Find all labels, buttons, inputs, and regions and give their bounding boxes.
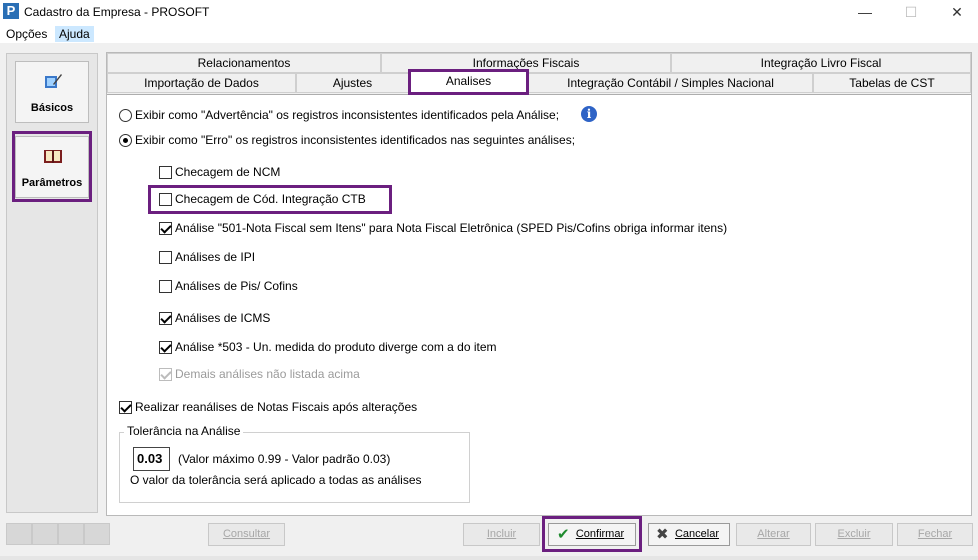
sidebar-item-basicos[interactable]: Básicos: [15, 61, 89, 123]
cancelar-button[interactable]: ✖ Cancelar: [648, 523, 730, 546]
highlight-cod-integracao: [148, 185, 392, 214]
highlight-confirmar: [542, 516, 642, 552]
radio-erro[interactable]: [119, 134, 132, 147]
title-bar: P Cadastro da Empresa - PROSOFT — ☐ ✕: [0, 0, 978, 24]
checkbox-icms[interactable]: [159, 312, 172, 325]
tolerance-input[interactable]: 0.03: [133, 447, 170, 471]
radio-erro-label: Exibir como "Erro" os registros inconsis…: [135, 133, 576, 147]
app-icon: P: [3, 3, 19, 19]
checkbox-demais-analises: [159, 368, 172, 381]
checkbox-501-label: Análise "501-Nota Fiscal sem Itens" para…: [175, 221, 728, 235]
cancelar-label: Cancelar: [674, 528, 720, 540]
incluir-button[interactable]: Incluir: [463, 523, 540, 546]
tab-ajustes[interactable]: Ajustes: [296, 73, 409, 93]
info-icon[interactable]: i: [581, 106, 597, 122]
menu-ajuda[interactable]: Ajuda: [55, 26, 94, 42]
checkbox-501-nota-fiscal[interactable]: [159, 222, 172, 235]
edit-icon: [45, 74, 62, 88]
tab-integracao-contabil[interactable]: Integração Contábil / Simples Nacional: [528, 73, 813, 93]
checkbox-ipi[interactable]: [159, 251, 172, 264]
cancel-x-icon: ✖: [656, 526, 669, 543]
menu-opcoes[interactable]: Opções: [2, 26, 51, 42]
checkbox-pis-cofins-label: Análises de Pis/ Cofins: [175, 279, 298, 293]
status-bar: [0, 556, 978, 560]
checkbox-ncm[interactable]: [159, 166, 172, 179]
excluir-button[interactable]: Excluir: [815, 523, 893, 546]
highlight-parametros: [12, 131, 92, 202]
checkbox-503-label: Análise *503 - Un. medida do produto div…: [175, 340, 497, 354]
nav-button-2[interactable]: [32, 523, 58, 545]
alterar-button[interactable]: Alterar: [736, 523, 811, 546]
nav-button-1[interactable]: [6, 523, 32, 545]
tolerance-note: O valor da tolerância será aplicado a to…: [130, 473, 422, 487]
nav-button-3[interactable]: [58, 523, 84, 545]
checkbox-icms-label: Análises de ICMS: [175, 311, 271, 325]
tab-tabelas-de-cst[interactable]: Tabelas de CST: [813, 73, 971, 93]
consultar-button[interactable]: Consultar: [208, 523, 285, 546]
tolerance-hint: (Valor máximo 0.99 - Valor padrão 0.03): [178, 452, 391, 466]
checkbox-pis-cofins[interactable]: [159, 280, 172, 293]
tab-relacionamentos[interactable]: Relacionamentos: [107, 53, 381, 73]
checkbox-reanalises[interactable]: [119, 401, 132, 414]
window-title: Cadastro da Empresa - PROSOFT: [24, 5, 210, 19]
fechar-button[interactable]: Fechar: [897, 523, 973, 546]
minimize-button[interactable]: —: [842, 2, 888, 22]
checkbox-ncm-label: Checagem de NCM: [175, 165, 281, 179]
sidebar-item-label: Básicos: [30, 102, 74, 114]
maximize-button[interactable]: ☐: [888, 2, 934, 22]
menu-bar: Opções Ajuda: [0, 24, 978, 43]
nav-button-4[interactable]: [84, 523, 110, 545]
highlight-analises-tab: [408, 69, 529, 95]
radio-advertencia[interactable]: [119, 109, 132, 122]
tolerance-title: Tolerância na Análise: [124, 424, 244, 438]
checkbox-ipi-label: Análises de IPI: [175, 250, 256, 264]
close-button[interactable]: ✕: [934, 2, 978, 22]
checkbox-reanalises-label: Realizar reanálises de Notas Fiscais apó…: [135, 400, 418, 414]
checkbox-demais-label: Demais análises não listada acima: [175, 367, 360, 381]
radio-advertencia-label: Exibir como "Advertência" os registros i…: [135, 108, 560, 122]
checkbox-503-un-medida[interactable]: [159, 341, 172, 354]
tab-importacao-de-dados[interactable]: Importação de Dados: [107, 73, 296, 93]
tab-integracao-livro-fiscal[interactable]: Integração Livro Fiscal: [671, 53, 971, 73]
